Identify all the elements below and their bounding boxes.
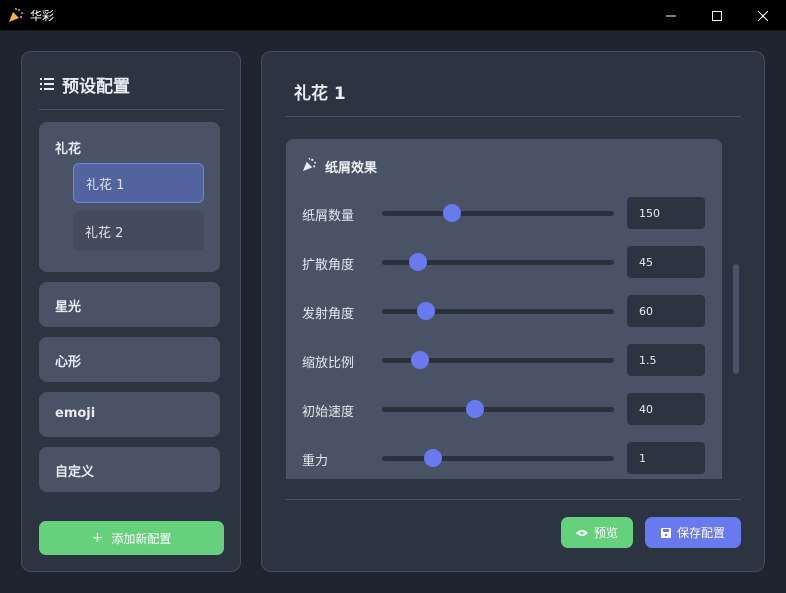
sidebar-header: 预设配置 bbox=[40, 72, 130, 97]
param-value-input[interactable]: 45 bbox=[627, 246, 705, 278]
sidebar-group-heart[interactable]: 心形 bbox=[39, 337, 220, 382]
slider-thumb[interactable] bbox=[411, 351, 430, 369]
preview-button[interactable]: 预览 bbox=[561, 517, 633, 548]
sidebar-group-label: 心形 bbox=[55, 355, 82, 370]
sidebar-item-fireworks-2[interactable]: 礼花 2 bbox=[73, 211, 204, 251]
divider bbox=[39, 109, 224, 110]
close-icon bbox=[757, 6, 769, 25]
sidebar-group-starlight[interactable]: 星光 bbox=[39, 282, 220, 327]
sidebar-group-label: emoji bbox=[55, 406, 96, 421]
save-label: 保存配置 bbox=[676, 526, 725, 540]
param-row: 扩散角度 45 bbox=[302, 246, 706, 278]
param-value-input[interactable]: 1 bbox=[627, 442, 705, 474]
slider-thumb[interactable] bbox=[424, 449, 443, 467]
sidebar-title: 预设配置 bbox=[62, 77, 130, 97]
window-title: 华彩 bbox=[30, 8, 55, 23]
param-row: 缩放比例 1.5 bbox=[302, 344, 706, 376]
sidebar-group-label: 星光 bbox=[55, 300, 82, 315]
confetti-settings-card: 纸屑效果 纸屑数量 150 扩散角度 45 发射角度 60 缩放比例 1.5 初始速度 40 重力 1 bbox=[286, 139, 722, 479]
param-value-input[interactable]: 40 bbox=[627, 393, 705, 425]
slider-thumb[interactable] bbox=[465, 400, 484, 418]
preview-label: 预览 bbox=[593, 526, 618, 540]
save-button[interactable]: 保存配置 bbox=[645, 517, 741, 548]
param-row: 纸屑数量 150 bbox=[302, 197, 706, 229]
slider-thumb[interactable] bbox=[417, 302, 436, 320]
param-row: 重力 1 bbox=[302, 442, 706, 474]
sidebar-group-custom[interactable]: 自定义 bbox=[39, 447, 220, 492]
preset-editor: 礼花 1 纸屑效果 纸屑数量 150 扩散角度 45 发射角度 60 缩放比例 1.5 初始速度… bbox=[261, 51, 765, 572]
param-row: 初始速度 40 bbox=[302, 393, 706, 425]
add-preset-button[interactable]: + 添加新配置 bbox=[39, 521, 224, 555]
card-header: 纸屑效果 bbox=[302, 157, 377, 176]
param-value-input[interactable]: 1.5 bbox=[627, 344, 705, 376]
list-icon bbox=[40, 75, 54, 94]
add-preset-label: 添加新配置 bbox=[111, 531, 172, 546]
sidebar-group-emoji[interactable]: emoji bbox=[39, 392, 220, 437]
sidebar-group-label: 自定义 bbox=[55, 465, 95, 480]
param-label: 初始速度 bbox=[302, 405, 355, 420]
param-label: 重力 bbox=[302, 454, 329, 469]
slider-track[interactable] bbox=[382, 407, 614, 412]
section-title: 纸屑效果 bbox=[325, 161, 378, 176]
title-bar: 华彩 bbox=[0, 0, 786, 31]
sidebar-group-label: 礼花 bbox=[55, 142, 82, 157]
param-value-input[interactable]: 150 bbox=[627, 197, 705, 229]
slider-thumb[interactable] bbox=[408, 253, 427, 271]
param-label: 发射角度 bbox=[302, 307, 355, 322]
param-label: 纸屑数量 bbox=[302, 209, 355, 224]
scrollbar[interactable] bbox=[733, 264, 739, 374]
param-row: 发射角度 60 bbox=[302, 295, 706, 327]
divider bbox=[286, 116, 741, 117]
party-popper-icon bbox=[8, 7, 24, 23]
param-value-input[interactable]: 60 bbox=[627, 295, 705, 327]
maximize-button[interactable] bbox=[694, 0, 740, 31]
sidebar-group-fireworks[interactable]: 礼花 礼花 1 礼花 2 bbox=[39, 122, 220, 272]
param-label: 扩散角度 bbox=[302, 258, 355, 273]
param-label: 缩放比例 bbox=[302, 356, 355, 371]
close-button[interactable] bbox=[740, 0, 786, 31]
party-popper-icon bbox=[302, 157, 317, 176]
minimize-button[interactable] bbox=[648, 0, 694, 31]
eye-icon bbox=[575, 529, 588, 537]
save-icon bbox=[660, 527, 671, 538]
page-title: 礼花 1 bbox=[294, 84, 346, 104]
slider-track[interactable] bbox=[382, 211, 614, 216]
minimize-icon bbox=[666, 6, 676, 25]
slider-track[interactable] bbox=[382, 456, 614, 461]
plus-icon: + bbox=[91, 530, 104, 546]
sidebar-item-fireworks-1[interactable]: 礼花 1 bbox=[73, 163, 204, 203]
divider bbox=[286, 499, 741, 500]
slider-thumb[interactable] bbox=[442, 204, 461, 222]
preset-sidebar: 预设配置 礼花 礼花 1 礼花 2 星光 心形 emoji 自定义 + 添加新配… bbox=[21, 51, 241, 572]
maximize-icon bbox=[712, 6, 722, 25]
